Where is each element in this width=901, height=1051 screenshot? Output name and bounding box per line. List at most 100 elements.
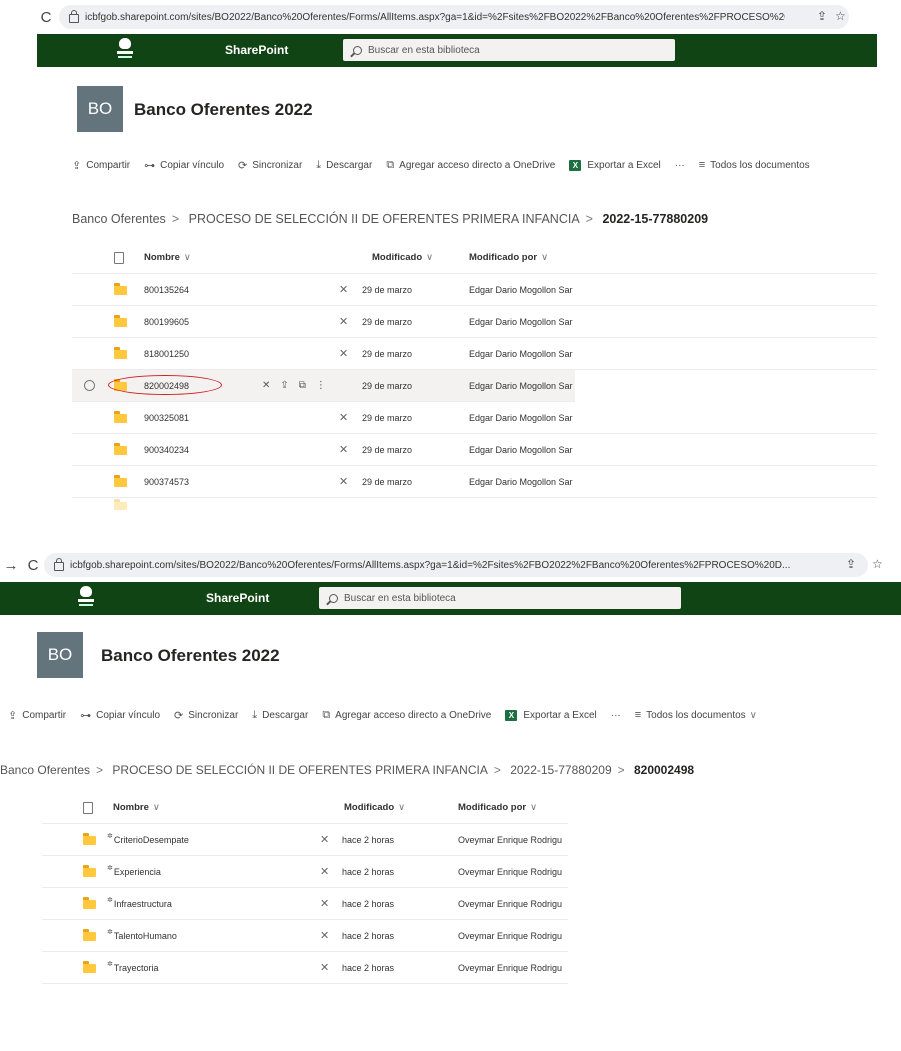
- folder-name[interactable]: Experiencia: [114, 867, 161, 877]
- breadcrumb-item[interactable]: Banco Oferentes: [72, 212, 166, 226]
- copy-link-command[interactable]: ⊶ Copiar vínculo: [144, 159, 224, 172]
- modified-by[interactable]: Edgar Dario Mogollon Sar: [469, 274, 573, 305]
- onedrive-shortcut-command[interactable]: ⧉ Agregar acceso directo a OneDrive: [322, 709, 491, 722]
- address-bar[interactable]: icbfgob.sharepoint.com/sites/BO2022/Banc…: [44, 553, 868, 577]
- folder-row[interactable]: 800199605 ✕ 29 de marzo Edgar Dario Mogo…: [72, 306, 877, 338]
- browser-toolbar: → C icbfgob.sharepoint.com/sites/BO2022/…: [0, 548, 901, 582]
- reload-button[interactable]: C: [37, 9, 55, 26]
- export-excel-command[interactable]: X Exportar a Excel: [569, 159, 661, 171]
- folder-row[interactable]: ✲ Infraestructura ✕ hace 2 horas Oveymar …: [42, 888, 568, 920]
- share-icon[interactable]: ⇪: [280, 380, 288, 391]
- site-title[interactable]: Banco Oferentes 2022: [101, 646, 280, 666]
- modified-date: 29 de marzo: [362, 380, 413, 391]
- browser-toolbar: → C icbfgob.sharepoint.com/sites/BO2022/…: [37, 0, 877, 34]
- folder-icon: [114, 283, 127, 295]
- more-commands-button[interactable]: ···: [611, 710, 621, 721]
- sync-command[interactable]: ⟳ Sincronizar: [174, 709, 238, 722]
- folder-name[interactable]: 900374573: [144, 466, 189, 497]
- modified-by[interactable]: Oveymar Enrique Rodrigu: [458, 920, 562, 951]
- library-search-box[interactable]: Buscar en esta biblioteca: [343, 39, 675, 61]
- breadcrumb-item[interactable]: 2022-15-77880209: [510, 763, 611, 777]
- folder-name[interactable]: 800135264: [144, 274, 189, 305]
- folder-name[interactable]: 900340234: [144, 434, 189, 465]
- modified-by[interactable]: Edgar Dario Mogollon Sar: [469, 306, 573, 337]
- folder-row[interactable]: 900325081 ✕ 29 de marzo Edgar Dario Mogo…: [72, 402, 877, 434]
- share-page-icon[interactable]: ⇪: [846, 557, 856, 571]
- export-excel-command[interactable]: X Exportar a Excel: [505, 709, 597, 721]
- icbf-logo-icon[interactable]: [76, 586, 96, 610]
- folder-name[interactable]: 800199605: [144, 306, 189, 337]
- breadcrumb-current: 820002498: [633, 763, 695, 777]
- modified-by[interactable]: Oveymar Enrique Rodrigu: [458, 888, 562, 919]
- sync-status-icon: ✕: [320, 898, 330, 910]
- download-command[interactable]: ⤓ Descargar: [252, 709, 308, 722]
- modified-by[interactable]: Oveymar Enrique Rodrigu: [458, 952, 562, 983]
- folder-icon: [83, 865, 96, 877]
- folder-row[interactable]: ✲ TalentoHumano ✕ hace 2 horas Oveymar En…: [42, 920, 568, 952]
- download-command[interactable]: ⤓ Descargar: [316, 159, 372, 172]
- column-header-modified-by[interactable]: Modificado por ∨: [458, 792, 537, 823]
- modified-by[interactable]: Edgar Dario Mogollon Sar: [469, 402, 573, 433]
- breadcrumb-item[interactable]: PROCESO DE SELECCIÓN II DE OFERENTES PRI…: [112, 763, 487, 777]
- folder-icon: [83, 897, 96, 909]
- breadcrumb-item[interactable]: Banco Oferentes: [0, 763, 90, 777]
- sync-icon: ⟳: [238, 159, 248, 172]
- view-selector[interactable]: ≡ Todos los documentos ∨: [635, 709, 757, 721]
- modified-date: 29 de marzo: [362, 412, 413, 423]
- sharepoint-brand[interactable]: SharePoint: [206, 591, 269, 605]
- bookmark-star-icon[interactable]: ☆: [835, 9, 846, 23]
- back-button[interactable]: →: [2, 557, 20, 574]
- bookmark-star-icon[interactable]: ☆: [872, 557, 883, 571]
- site-logo[interactable]: BO: [77, 86, 123, 132]
- icbf-logo-icon[interactable]: [115, 38, 135, 62]
- sync-status-icon: ✕: [320, 930, 330, 942]
- folder-name[interactable]: Infraestructura: [114, 899, 172, 909]
- sync-command[interactable]: ⟳ Sincronizar: [238, 159, 302, 172]
- copy-link-command[interactable]: ⊶ Copiar vínculo: [80, 709, 160, 722]
- modified-by[interactable]: Edgar Dario Mogollon Sar: [469, 338, 573, 369]
- site-title[interactable]: Banco Oferentes 2022: [134, 100, 313, 120]
- folder-row[interactable]: ✲ Experiencia ✕ hace 2 horas Oveymar Enri…: [42, 856, 568, 888]
- modified-by[interactable]: Oveymar Enrique Rodrigu: [458, 824, 562, 855]
- folder-name[interactable]: 900325081: [144, 402, 189, 433]
- modified-by[interactable]: Edgar Dario Mogollon Sar: [469, 466, 573, 497]
- select-row-checkbox[interactable]: [84, 380, 95, 391]
- folder-row[interactable]: 800135264 ✕ 29 de marzo Edgar Dario Mogo…: [72, 274, 877, 306]
- site-logo[interactable]: BO: [37, 632, 83, 678]
- folder-name[interactable]: CriterioDesempate: [114, 835, 189, 845]
- folder-row[interactable]: 900374573 ✕ 29 de marzo Edgar Dario Mogo…: [72, 466, 877, 498]
- folder-row[interactable]: ✲ Trayectoria ✕ hace 2 horas Oveymar Enri…: [42, 952, 568, 984]
- onedrive-shortcut-command[interactable]: ⧉ Agregar acceso directo a OneDrive: [386, 159, 555, 172]
- column-header-name[interactable]: Nombre ∨: [144, 242, 191, 273]
- more-options-icon[interactable]: ⋮: [316, 380, 326, 391]
- folder-row[interactable]: 818001250 ✕ 29 de marzo Edgar Dario Mogo…: [72, 338, 877, 370]
- folder-row[interactable]: ✲ CriterioDesempate ✕ hace 2 horas Oveyma…: [42, 824, 568, 856]
- modified-by[interactable]: Oveymar Enrique Rodrigu: [458, 856, 562, 887]
- column-header-modified[interactable]: Modificado ∨: [344, 792, 405, 823]
- reload-button[interactable]: C: [24, 557, 42, 574]
- folder-row-hovered[interactable]: 820002498 ✕ ⇪ ⧉ ⋮ 29 de marzo Edgar Dari…: [72, 370, 575, 402]
- share-command[interactable]: ⇪ Compartir: [72, 159, 130, 172]
- more-commands-button[interactable]: ···: [675, 160, 685, 171]
- sharepoint-brand[interactable]: SharePoint: [225, 43, 288, 57]
- shortcut-icon: ⧉: [386, 158, 395, 171]
- folder-name[interactable]: 818001250: [144, 338, 189, 369]
- file-type-icon: [83, 801, 93, 814]
- folder-row[interactable]: 900340234 ✕ 29 de marzo Edgar Dario Mogo…: [72, 434, 877, 466]
- share-page-icon[interactable]: ⇪: [817, 9, 827, 23]
- breadcrumb-item[interactable]: PROCESO DE SELECCIÓN II DE OFERENTES PRI…: [189, 212, 580, 226]
- share-command[interactable]: ⇪ Compartir: [8, 709, 66, 722]
- column-header-modified-by[interactable]: Modificado por ∨: [469, 242, 548, 273]
- modified-by[interactable]: Edgar Dario Mogollon Sar: [469, 370, 573, 401]
- view-selector[interactable]: ≡ Todos los documentos: [699, 159, 810, 171]
- sync-status-icon: ✕: [320, 866, 330, 878]
- folder-name[interactable]: TalentoHumano: [114, 931, 177, 941]
- shortcut-icon[interactable]: ⧉: [299, 380, 306, 391]
- sync-status-icon: ✕: [339, 412, 349, 424]
- address-bar[interactable]: icbfgob.sharepoint.com/sites/BO2022/Banc…: [59, 5, 849, 29]
- modified-by[interactable]: Edgar Dario Mogollon Sar: [469, 434, 573, 465]
- folder-name[interactable]: Trayectoria: [114, 963, 159, 973]
- library-search-box[interactable]: Buscar en esta biblioteca: [319, 587, 681, 609]
- column-header-name[interactable]: Nombre ∨: [113, 792, 160, 823]
- column-header-modified[interactable]: Modificado ∨: [372, 242, 433, 273]
